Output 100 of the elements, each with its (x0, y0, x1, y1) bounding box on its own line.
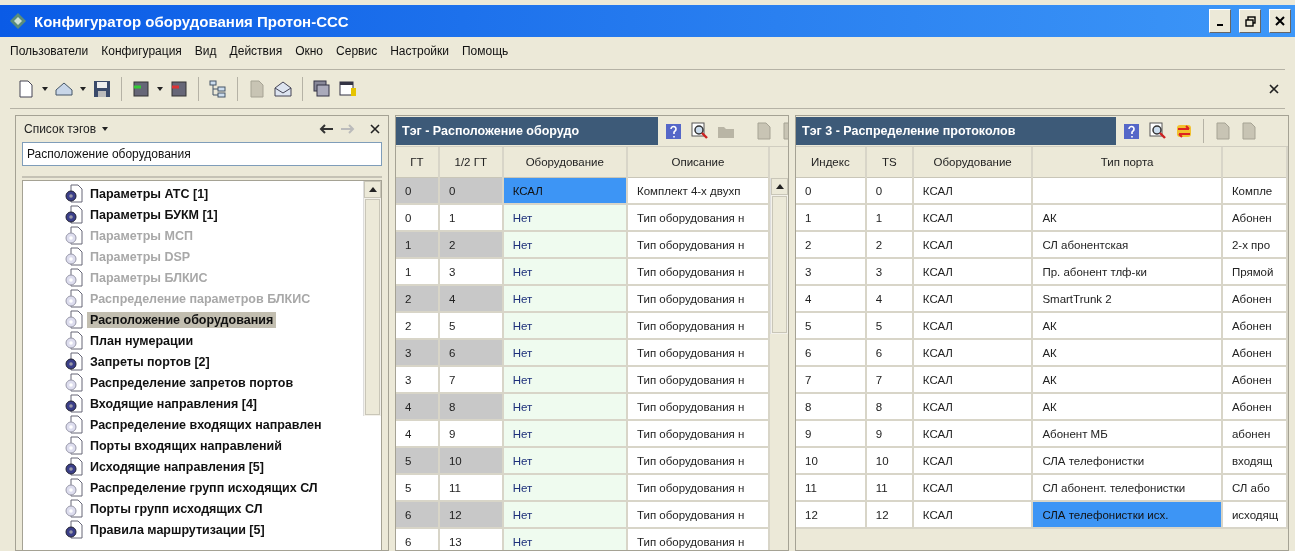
table-cell: входящ (1221, 447, 1287, 474)
table-cell: 5 (396, 447, 439, 474)
table-cell: 7 (438, 366, 503, 393)
table-cell: Нет (502, 501, 627, 528)
search-field[interactable]: Расположение оборудования (22, 142, 382, 166)
tree-item[interactable]: Порты групп исходящих СЛ (87, 500, 266, 517)
table-cell: Тип оборудования н (626, 204, 769, 231)
table-cell: Нет (502, 204, 627, 231)
menu-item[interactable]: Сервис (336, 44, 378, 58)
column-header[interactable]: TS (865, 147, 913, 178)
menu-item[interactable]: Пользователи (10, 44, 89, 58)
tab-title[interactable]: Тэг 3 - Распределение протоколов (796, 117, 1116, 145)
table-cell: 12 (796, 501, 866, 528)
table-cell: 3 (396, 339, 439, 366)
table-cell: Тип оборудования н (626, 474, 769, 501)
table-cell: 2 (396, 285, 439, 312)
tree-item[interactable]: Распределение групп исходящих СЛ (87, 479, 321, 496)
table-cell: Нет (502, 474, 627, 501)
column-header[interactable]: Тип порта (1032, 147, 1222, 178)
table-cell: 5 (796, 312, 866, 339)
table-cell: Абонен (1221, 393, 1287, 420)
column-header[interactable]: 1/2 ГТ (438, 147, 503, 178)
window-title: Конфигуратор оборудования Протон-ССС (34, 12, 350, 30)
tree-item[interactable]: Запреты портов [2] (87, 353, 213, 370)
column-header[interactable]: ГТ (396, 147, 439, 178)
table-cell: 6 (796, 339, 866, 366)
table-cell: 8 (796, 393, 866, 420)
table-cell: Абонен (1221, 204, 1287, 231)
table-cell: Тип оборудования н (626, 420, 769, 447)
tree-item[interactable]: Параметры АТС [1] (87, 185, 212, 202)
tree-item[interactable]: Распределение входящих направлен (87, 416, 325, 433)
table-cell: Прямой (1221, 258, 1287, 285)
column-header[interactable]: Оборудование (912, 147, 1033, 178)
table-cell: 2 (438, 231, 503, 258)
table-cell: КСАЛ (912, 420, 1033, 447)
table-cell: Тип оборудования н (626, 339, 769, 366)
table-cell: АК (1032, 366, 1222, 393)
menu-item[interactable]: Действия (229, 44, 283, 58)
table-cell: 6 (438, 339, 503, 366)
column-header[interactable]: Индекс (796, 147, 866, 178)
table-cell: исходящ (1221, 501, 1287, 528)
table-cell: 3 (396, 366, 439, 393)
table-cell: 10 (438, 447, 503, 474)
table-cell: абонен (1221, 420, 1287, 447)
tree-item[interactable]: Порты входящих направлений (87, 437, 285, 454)
panel-title[interactable]: Список тэгов (24, 122, 97, 136)
table-cell: 1 (396, 231, 439, 258)
table-cell: 3 (438, 258, 503, 285)
table-cell: КСАЛ (912, 501, 1033, 528)
table-cell: Тип оборудования н (626, 447, 769, 474)
table-cell: 1 (796, 204, 866, 231)
column-header[interactable]: Оборудование (502, 147, 627, 178)
column-header[interactable]: Описание (626, 147, 769, 178)
table-cell: 4 (438, 285, 503, 312)
tree-item[interactable]: Исходящие направления [5] (87, 458, 267, 475)
table-cell: КСАЛ (912, 393, 1033, 420)
tree-item[interactable]: Расположение оборудования (87, 311, 277, 328)
table-cell: КСАЛ (912, 474, 1033, 501)
menu-item[interactable]: Конфигурация (101, 44, 182, 58)
tab-title[interactable]: Тэг - Расположение оборудо (396, 117, 658, 145)
table-cell: КСАЛ (502, 177, 627, 204)
table-cell: 1 (438, 204, 503, 231)
table-cell: Нет (502, 366, 627, 393)
table-cell: КСАЛ (912, 366, 1033, 393)
table-cell: Комплект 4-х двухп (626, 177, 769, 204)
table-cell: КСАЛ (912, 285, 1033, 312)
table-cell: КСАЛ (912, 339, 1033, 366)
tree-item[interactable]: Правила маршрутизации [5] (87, 521, 268, 538)
menu-item[interactable]: Помощь (462, 44, 509, 58)
table-cell: СЛ або (1221, 474, 1287, 501)
table-cell: АК (1032, 339, 1222, 366)
table-cell: 5 (438, 312, 503, 339)
table-cell: Тип оборудования н (626, 393, 769, 420)
table-cell: КСАЛ (912, 231, 1033, 258)
table-cell: 11 (438, 474, 503, 501)
table-cell: Абонент МБ (1032, 420, 1222, 447)
table-cell: 0 (396, 204, 439, 231)
tree-item[interactable]: Распределение запретов портов (87, 374, 297, 391)
tree-item[interactable]: Параметры БУКМ [1] (87, 206, 221, 223)
table-cell: Нет (502, 393, 627, 420)
table-cell: 8 (438, 393, 503, 420)
menu-item[interactable]: Настройки (390, 44, 449, 58)
table-cell: Нет (502, 447, 627, 474)
table-cell: 6 (396, 528, 439, 550)
table-cell: 5 (396, 474, 439, 501)
table-cell: 4 (396, 420, 439, 447)
table-cell: КСАЛ (912, 258, 1033, 285)
tree-item[interactable]: План нумерации (87, 332, 197, 349)
menu-item[interactable]: Вид (194, 44, 217, 58)
table-cell: 11 (796, 474, 866, 501)
table-cell: 2 (396, 312, 439, 339)
table-cell: Тип оборудования н (626, 366, 769, 393)
menu-item[interactable]: Окно (295, 44, 324, 58)
table-cell: Тип оборудования н (626, 528, 769, 550)
table-cell: 10 (796, 447, 866, 474)
table-cell: Нет (502, 285, 627, 312)
table-cell: КСАЛ (912, 312, 1033, 339)
table-cell: 3 (796, 258, 866, 285)
tree-item[interactable]: Входящие направления [4] (87, 395, 261, 412)
table-cell: Нет (502, 420, 627, 447)
